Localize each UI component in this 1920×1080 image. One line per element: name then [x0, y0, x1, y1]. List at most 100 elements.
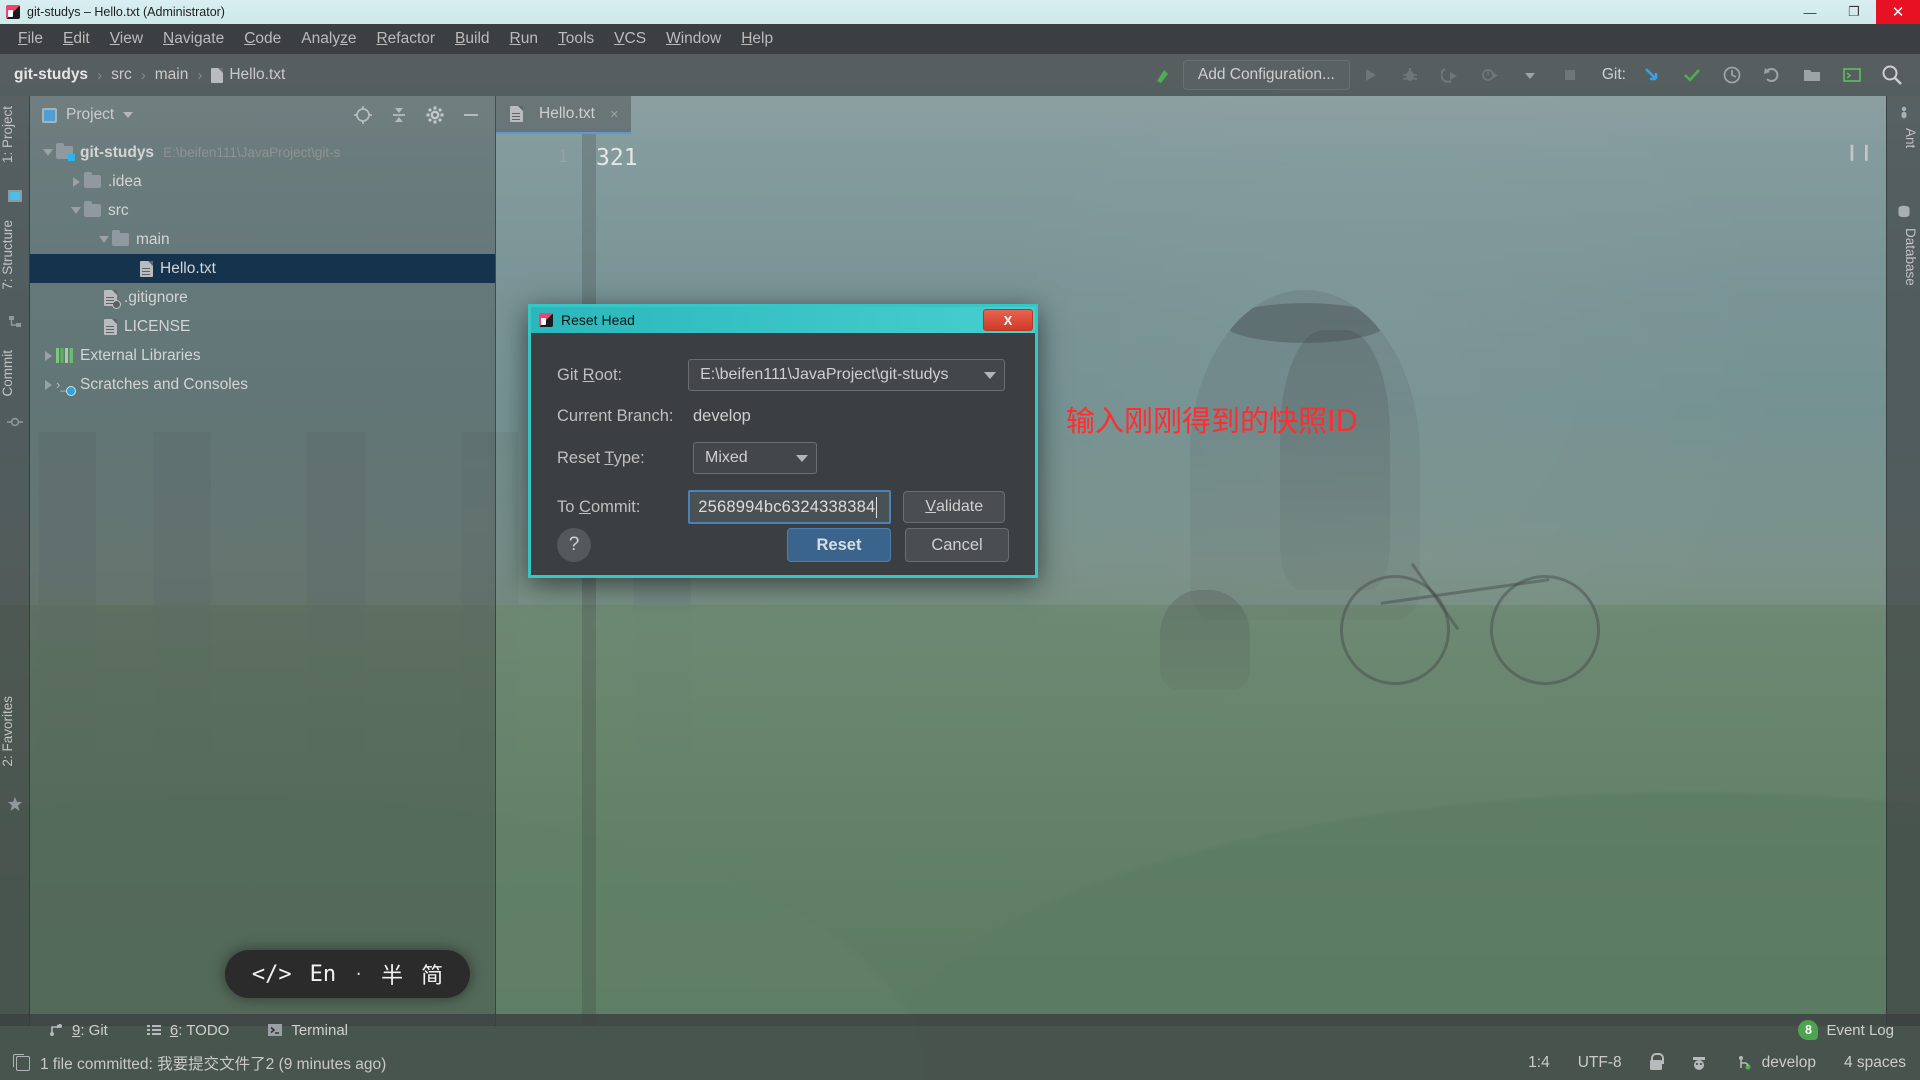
reset-type-combobox[interactable]: Mixed: [693, 442, 817, 474]
menu-item-refactor[interactable]: Refactor: [366, 27, 445, 51]
menu-bar[interactable]: File Edit View Navigate Code Analyze Ref…: [0, 24, 1920, 54]
chevron-down-icon[interactable]: [123, 112, 134, 118]
menu-item-file[interactable]: File: [8, 27, 53, 51]
build-icon[interactable]: [1143, 58, 1183, 92]
sidebar-tab-favorites[interactable]: 2: Favorites: [0, 690, 30, 773]
project-panel-title[interactable]: Project: [66, 106, 114, 124]
tree-row-hello-txt[interactable]: Hello.txt: [30, 254, 495, 283]
locate-icon[interactable]: [353, 105, 373, 125]
validate-button[interactable]: Validate: [903, 491, 1005, 523]
pause-icon[interactable]: ❙❙: [1845, 142, 1874, 162]
breadcrumb-item-src[interactable]: src: [111, 66, 132, 84]
tree-row-external-libraries[interactable]: External Libraries: [30, 341, 495, 370]
menu-item-view[interactable]: View: [100, 27, 153, 51]
maximize-button[interactable]: ❐: [1832, 0, 1876, 24]
git-commit-icon[interactable]: [1672, 58, 1712, 92]
hide-panel-icon[interactable]: [461, 105, 481, 125]
menu-item-edit[interactable]: Edit: [53, 27, 100, 51]
menu-item-code[interactable]: Code: [234, 27, 291, 51]
bottom-tab-number: 6: [169, 1021, 179, 1039]
chevron-down-icon[interactable]: [984, 371, 996, 379]
close-button[interactable]: ✕: [1876, 0, 1920, 24]
current-branch-value: develop: [693, 407, 751, 425]
gear-icon[interactable]: [425, 105, 445, 125]
file-encoding[interactable]: UTF-8: [1564, 1046, 1636, 1080]
chevron-down-icon[interactable]: [796, 454, 808, 462]
menu-item-build[interactable]: Build: [445, 27, 499, 51]
reset-button[interactable]: Reset: [787, 528, 891, 562]
sidebar-tab-ant[interactable]: Ant: [1888, 128, 1918, 148]
event-log-button[interactable]: 8 Event Log: [1798, 1014, 1894, 1046]
git-branch-widget[interactable]: develop: [1722, 1046, 1830, 1080]
caret-position[interactable]: 1:4: [1514, 1046, 1564, 1080]
ime-width-mode[interactable]: 半: [381, 958, 403, 990]
twisty-right-icon[interactable]: [40, 350, 56, 361]
twisty-down-icon[interactable]: [40, 149, 56, 156]
tree-row-scratches[interactable]: ›_ Scratches and Consoles: [30, 370, 495, 399]
dialog-body: Git Root: E:\beifen111\JavaProject\git-s…: [531, 333, 1035, 578]
minimize-button[interactable]: —: [1788, 0, 1832, 24]
read-only-toggle[interactable]: [1636, 1046, 1676, 1080]
ime-shape-mode[interactable]: 简: [421, 958, 443, 990]
bottom-tab-terminal[interactable]: Terminal: [267, 1022, 348, 1039]
menu-item-run[interactable]: Run: [500, 27, 548, 51]
menu-item-help[interactable]: Help: [731, 27, 783, 51]
menu-item-analyze[interactable]: Analyze: [291, 27, 366, 51]
bottom-tab-git[interactable]: 9: Git: [48, 1022, 108, 1039]
chevron-down-icon[interactable]: [1510, 58, 1550, 92]
ime-language[interactable]: En: [310, 962, 337, 987]
menu-item-navigate[interactable]: Navigate: [153, 27, 234, 51]
editor-content[interactable]: 321: [596, 134, 1886, 1026]
tree-row-src[interactable]: src: [30, 196, 495, 225]
sidebar-tab-structure[interactable]: 7: Structure: [0, 214, 30, 296]
add-configuration-button[interactable]: Add Configuration...: [1182, 60, 1350, 90]
git-update-project-icon[interactable]: [1632, 58, 1672, 92]
sidebar-tab-commit[interactable]: Commit: [0, 344, 30, 403]
bottom-tab-todo[interactable]: 6: TODO: [146, 1022, 229, 1039]
editor-tab-hello-txt[interactable]: Hello.txt ×: [496, 96, 631, 134]
git-history-icon[interactable]: [1712, 58, 1752, 92]
menu-item-tools[interactable]: Tools: [548, 27, 604, 51]
twisty-down-icon[interactable]: [68, 207, 84, 214]
status-message-area[interactable]: 1 file committed: 我要提交文件了2 (9 minutes ag…: [0, 1052, 386, 1074]
tree-path: E:\beifen111\JavaProject\git-s: [163, 145, 341, 160]
twisty-right-icon[interactable]: [68, 176, 84, 187]
git-root-combobox[interactable]: E:\beifen111\JavaProject\git-studys: [688, 359, 1005, 391]
twisty-down-icon[interactable]: [96, 236, 112, 243]
breadcrumb-item-main[interactable]: main: [155, 66, 189, 84]
sidebar-tab-project[interactable]: 1: Project: [0, 100, 30, 169]
menu-item-vcs[interactable]: VCS: [604, 27, 656, 51]
close-icon[interactable]: ×: [610, 106, 619, 123]
collapse-all-icon[interactable]: [389, 105, 409, 125]
window-controls[interactable]: — ❐ ✕: [1788, 0, 1920, 24]
profiler-icon[interactable]: [1470, 58, 1510, 92]
terminal-toolbar-icon[interactable]: [1832, 58, 1872, 92]
open-folder-icon[interactable]: [1792, 58, 1832, 92]
tree-row-gitignore[interactable]: .gitignore: [30, 283, 495, 312]
menu-item-window[interactable]: Window: [656, 27, 731, 51]
sidebar-tab-database[interactable]: Database: [1888, 228, 1918, 286]
tree-row-git-studys[interactable]: git-studys E:\beifen111\JavaProject\git-…: [30, 138, 495, 167]
twisty-right-icon[interactable]: [40, 379, 56, 390]
intellij-logo-icon: [6, 5, 20, 19]
tree-row-idea[interactable]: .idea: [30, 167, 495, 196]
breadcrumb-item-project[interactable]: git-studys: [14, 66, 88, 84]
main-toolbar: Add Configuration... Git:: [1143, 54, 1920, 96]
help-button[interactable]: ?: [557, 528, 591, 562]
breadcrumb-item-file[interactable]: Hello.txt: [229, 66, 285, 84]
debug-icon[interactable]: [1390, 58, 1430, 92]
dialog-close-button[interactable]: X: [983, 309, 1033, 331]
to-commit-input[interactable]: 2568994bc6324338384: [688, 490, 892, 524]
inspection-level[interactable]: [1676, 1046, 1722, 1080]
git-rollback-icon[interactable]: [1752, 58, 1792, 92]
cancel-button[interactable]: Cancel: [905, 528, 1009, 562]
run-icon[interactable]: [1350, 58, 1390, 92]
stop-icon[interactable]: [1550, 58, 1590, 92]
search-everywhere-icon[interactable]: [1872, 58, 1912, 92]
indent-widget[interactable]: 4 spaces: [1830, 1046, 1920, 1080]
tree-label: main: [136, 230, 170, 248]
favorites-tool-icon: [7, 796, 23, 812]
run-with-coverage-icon[interactable]: [1430, 58, 1470, 92]
tree-row-license[interactable]: LICENSE: [30, 312, 495, 341]
tree-row-main[interactable]: main: [30, 225, 495, 254]
